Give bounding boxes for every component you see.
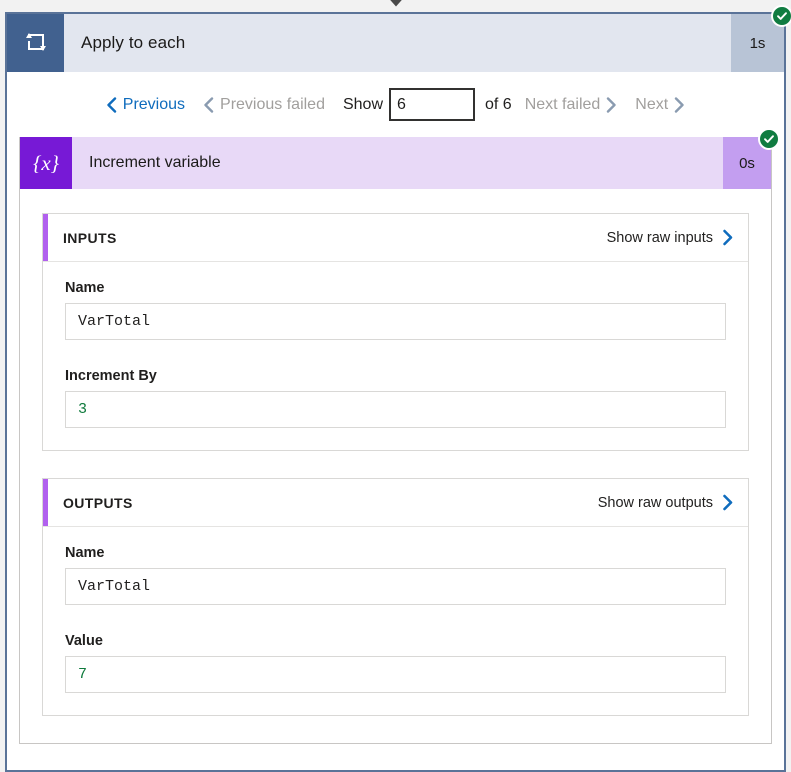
down-arrow-icon (383, 0, 409, 12)
field-value-row: Value 7 (65, 633, 726, 693)
action-header[interactable]: {x} Increment variable 0s (20, 128, 780, 189)
previous-button[interactable]: Previous (97, 96, 194, 114)
outputs-section: OUTPUTS Show raw outputs Name VarTotal V… (42, 478, 749, 716)
outputs-fields: Name VarTotal Value 7 (43, 527, 748, 715)
field-label: Name (65, 545, 105, 561)
show-raw-inputs-button[interactable]: Show raw inputs (607, 229, 734, 246)
field-value[interactable]: 3 (65, 391, 726, 428)
show-raw-outputs-button[interactable]: Show raw outputs (598, 494, 734, 511)
previous-failed-button-label: Previous failed (220, 95, 325, 113)
next-failed-button-label: Next failed (524, 95, 601, 113)
next-failed-button[interactable]: Next failed (516, 96, 627, 114)
chevron-left-icon (203, 96, 214, 113)
inputs-section-header: INPUTS Show raw inputs (43, 214, 748, 262)
inputs-section: INPUTS Show raw inputs Name VarTotal Inc… (42, 213, 749, 451)
check-circle-icon (771, 5, 791, 27)
inputs-fields: Name VarTotal Increment By 3 (43, 262, 748, 450)
check-circle-icon (758, 128, 780, 150)
action-body: INPUTS Show raw inputs Name VarTotal Inc… (20, 189, 771, 716)
field-spacer (65, 611, 726, 633)
field-value[interactable]: 7 (65, 656, 726, 693)
field-value[interactable]: VarTotal (65, 303, 726, 340)
apply-to-each-scope: Apply to each 1s Previous Previous faile… (5, 5, 791, 772)
variable-braces-icon: {x} (20, 137, 72, 189)
show-raw-inputs-label: Show raw inputs (606, 229, 713, 246)
increment-variable-card: {x} Increment variable 0s INPUTS Show ra… (19, 128, 780, 744)
field-label: Name (65, 280, 105, 296)
field-value[interactable]: VarTotal (65, 568, 726, 605)
field-name: Name VarTotal (65, 280, 726, 340)
chevron-right-icon (722, 229, 734, 246)
previous-button-label: Previous (122, 95, 186, 113)
previous-failed-button[interactable]: Previous failed (194, 96, 334, 114)
show-label: Show (342, 95, 384, 113)
scope-title: Apply to each (81, 33, 186, 52)
outputs-section-header: OUTPUTS Show raw outputs (43, 479, 748, 527)
inputs-title: INPUTS (63, 229, 117, 246)
field-increment-by: Increment By 3 (65, 368, 726, 428)
iteration-pager: Previous Previous failed Show of 6 Next … (7, 72, 784, 137)
loop-apply-to-each-icon (7, 14, 64, 72)
flow-connector (0, 0, 791, 12)
iteration-total-label: of 6 (485, 95, 512, 113)
chevron-right-icon (606, 96, 617, 113)
next-button[interactable]: Next (626, 96, 694, 114)
field-label: Increment By (65, 368, 157, 384)
field-label: Value (65, 633, 103, 649)
chevron-right-icon (722, 494, 734, 511)
chevron-left-icon (106, 96, 117, 113)
next-button-label: Next (635, 95, 669, 113)
field-name: Name VarTotal (65, 545, 726, 605)
chevron-right-icon (674, 96, 685, 113)
show-raw-outputs-label: Show raw outputs (597, 494, 713, 511)
field-spacer (65, 346, 726, 368)
outputs-title: OUTPUTS (63, 494, 133, 511)
scope-header[interactable]: Apply to each 1s (7, 5, 791, 72)
show-iteration-input[interactable] (389, 88, 476, 121)
action-title: Increment variable (89, 154, 221, 171)
section-accent-bar (43, 214, 48, 261)
section-accent-bar (43, 479, 48, 526)
